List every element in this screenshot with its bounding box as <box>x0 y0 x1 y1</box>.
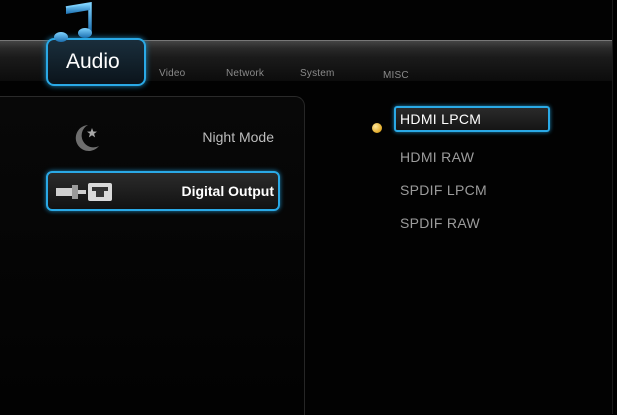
option-hdmi-raw[interactable]: HDMI RAW <box>394 145 550 171</box>
menu-item-night-mode[interactable]: Night Mode <box>46 118 280 158</box>
tab-video[interactable]: Video <box>159 68 185 79</box>
screen: Video Network System MISC Audio Night Mo… <box>0 0 613 415</box>
tab-audio-label: Audio <box>66 50 120 73</box>
tab-misc[interactable]: MISC <box>383 70 409 81</box>
option-label: SPDIF LPCM <box>400 182 488 198</box>
menu-item-digital-output[interactable]: Digital Output <box>46 171 280 211</box>
music-note-icon <box>54 2 92 42</box>
moon-star-icon <box>75 125 99 151</box>
tab-network[interactable]: Network <box>226 68 264 79</box>
option-label: HDMI RAW <box>400 149 475 165</box>
option-label: HDMI LPCM <box>400 111 482 127</box>
option-spdif-raw[interactable]: SPDIF RAW <box>394 211 550 237</box>
option-label: SPDIF RAW <box>400 215 480 231</box>
menu-item-label: Digital Output <box>181 183 274 199</box>
selected-indicator-icon <box>372 123 382 133</box>
tab-system[interactable]: System <box>300 68 335 79</box>
digital-output-icon <box>56 183 112 201</box>
option-spdif-lpcm[interactable]: SPDIF LPCM <box>394 178 550 204</box>
menu-item-label: Night Mode <box>202 129 274 145</box>
option-hdmi-lpcm[interactable]: HDMI LPCM <box>394 106 550 132</box>
